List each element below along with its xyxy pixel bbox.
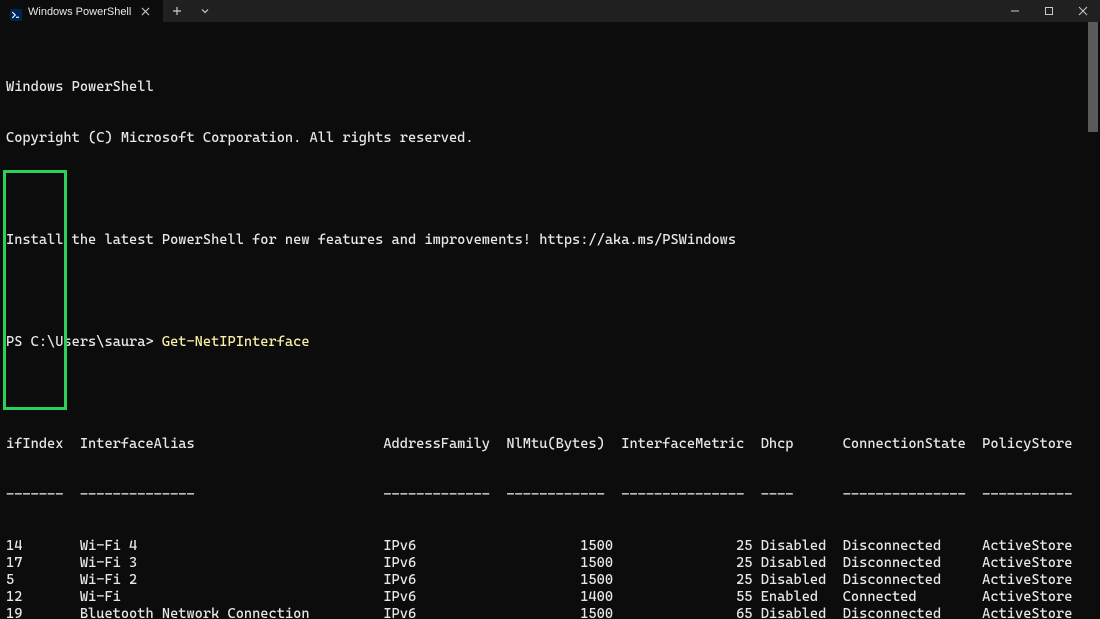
table-header-row: ifIndex InterfaceAlias AddressFamily NlM… <box>6 436 1100 453</box>
tab-title: Windows PowerShell <box>28 6 131 18</box>
powershell-icon <box>10 6 22 18</box>
close-icon <box>1078 6 1088 16</box>
blank-line <box>6 283 1100 300</box>
minimize-icon <box>1010 6 1020 16</box>
minimize-button[interactable] <box>998 0 1032 22</box>
window-controls <box>998 0 1100 22</box>
vertical-scrollbar[interactable] <box>1086 22 1100 619</box>
command-text: Get-NetIPInterface <box>162 334 310 350</box>
maximize-icon <box>1044 6 1054 16</box>
table-separator-row: ------- -------------- ------------- ---… <box>6 487 1100 504</box>
close-window-button[interactable] <box>1066 0 1100 22</box>
tab-powershell[interactable]: Windows PowerShell <box>0 0 163 22</box>
titlebar-drag-area[interactable] <box>219 0 998 22</box>
table-row: 12 Wi-Fi IPv6 1400 55 Enabled Connected … <box>6 589 1100 606</box>
tab-dropdown-button[interactable] <box>191 0 219 22</box>
title-bar: Windows PowerShell <box>0 0 1100 22</box>
blank-line <box>6 181 1100 198</box>
tabstrip-actions <box>163 0 219 22</box>
prompt-line: PS C:\Users\saura> Get-NetIPInterface <box>6 334 1100 351</box>
blank-line <box>6 385 1100 402</box>
table-row: 17 Wi-Fi 3 IPv6 1500 25 Disabled Disconn… <box>6 555 1100 572</box>
maximize-button[interactable] <box>1032 0 1066 22</box>
prompt-prefix: PS C:\Users\saura> <box>6 334 162 350</box>
banner-line: Windows PowerShell <box>6 79 1100 96</box>
table-row: 19 Bluetooth Network Connection IPv6 150… <box>6 606 1100 619</box>
scrollbar-thumb[interactable] <box>1088 22 1098 132</box>
chevron-down-icon <box>200 6 210 16</box>
banner-line: Copyright (C) Microsoft Corporation. All… <box>6 130 1100 147</box>
plus-icon <box>172 6 182 16</box>
close-icon <box>141 7 150 16</box>
new-tab-button[interactable] <box>163 0 191 22</box>
terminal-pane[interactable]: Windows PowerShell Copyright (C) Microso… <box>0 22 1100 619</box>
tab-close-button[interactable] <box>137 4 153 20</box>
banner-line: Install the latest PowerShell for new fe… <box>6 232 1100 249</box>
table-row: 5 Wi-Fi 2 IPv6 1500 25 Disabled Disconne… <box>6 572 1100 589</box>
table-row: 14 Wi-Fi 4 IPv6 1500 25 Disabled Disconn… <box>6 538 1100 555</box>
